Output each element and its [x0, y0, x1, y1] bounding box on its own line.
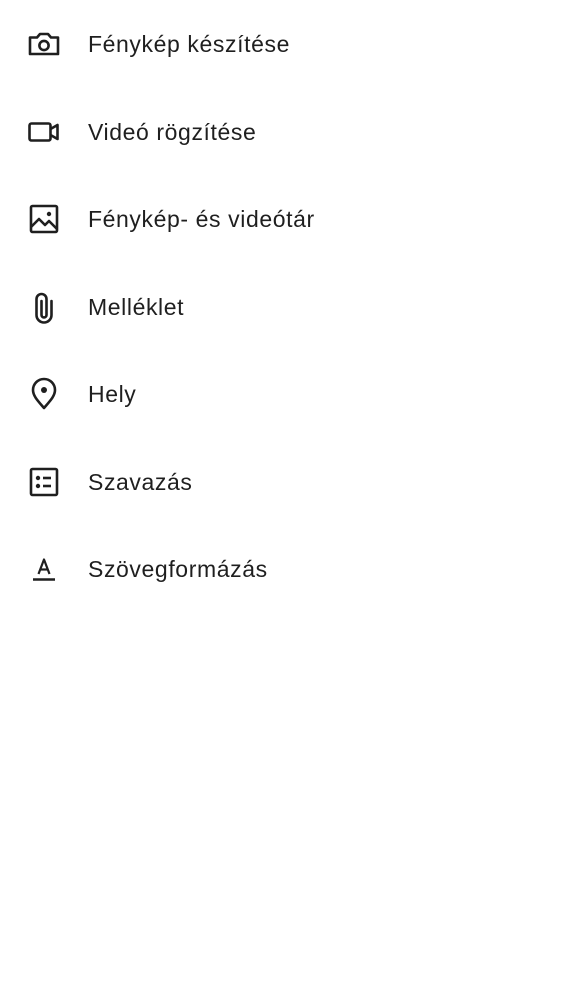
poll-icon — [24, 462, 64, 502]
menu-item-take-photo[interactable]: Fénykép készítése — [0, 0, 562, 87]
menu-item-gallery[interactable]: Fénykép- és videótár — [0, 175, 562, 262]
menu-item-label: Szavazás — [88, 468, 193, 495]
menu-item-poll[interactable]: Szavazás — [0, 438, 562, 525]
text-format-icon — [24, 549, 64, 589]
camera-icon — [24, 24, 64, 64]
menu-item-label: Fénykép készítése — [88, 30, 290, 57]
menu-item-attachment[interactable]: Melléklet — [0, 263, 562, 350]
menu-item-location[interactable]: Hely — [0, 350, 562, 437]
menu-item-record-video[interactable]: Videó rögzítése — [0, 88, 562, 175]
videocam-icon — [24, 112, 64, 152]
menu-item-label: Szövegformázás — [88, 555, 268, 582]
menu-item-label: Fénykép- és videótár — [88, 205, 315, 232]
menu-item-label: Hely — [88, 380, 137, 407]
attachment-menu-sheet: Fénykép készítése Videó rögzítése Fényké… — [0, 0, 562, 1000]
attachment-icon — [24, 287, 64, 327]
menu-item-text-formatting[interactable]: Szövegformázás — [0, 525, 562, 612]
menu-item-label: Melléklet — [88, 293, 185, 320]
image-icon — [24, 199, 64, 239]
location-pin-icon — [24, 374, 64, 414]
menu-item-label: Videó rögzítése — [88, 118, 257, 145]
